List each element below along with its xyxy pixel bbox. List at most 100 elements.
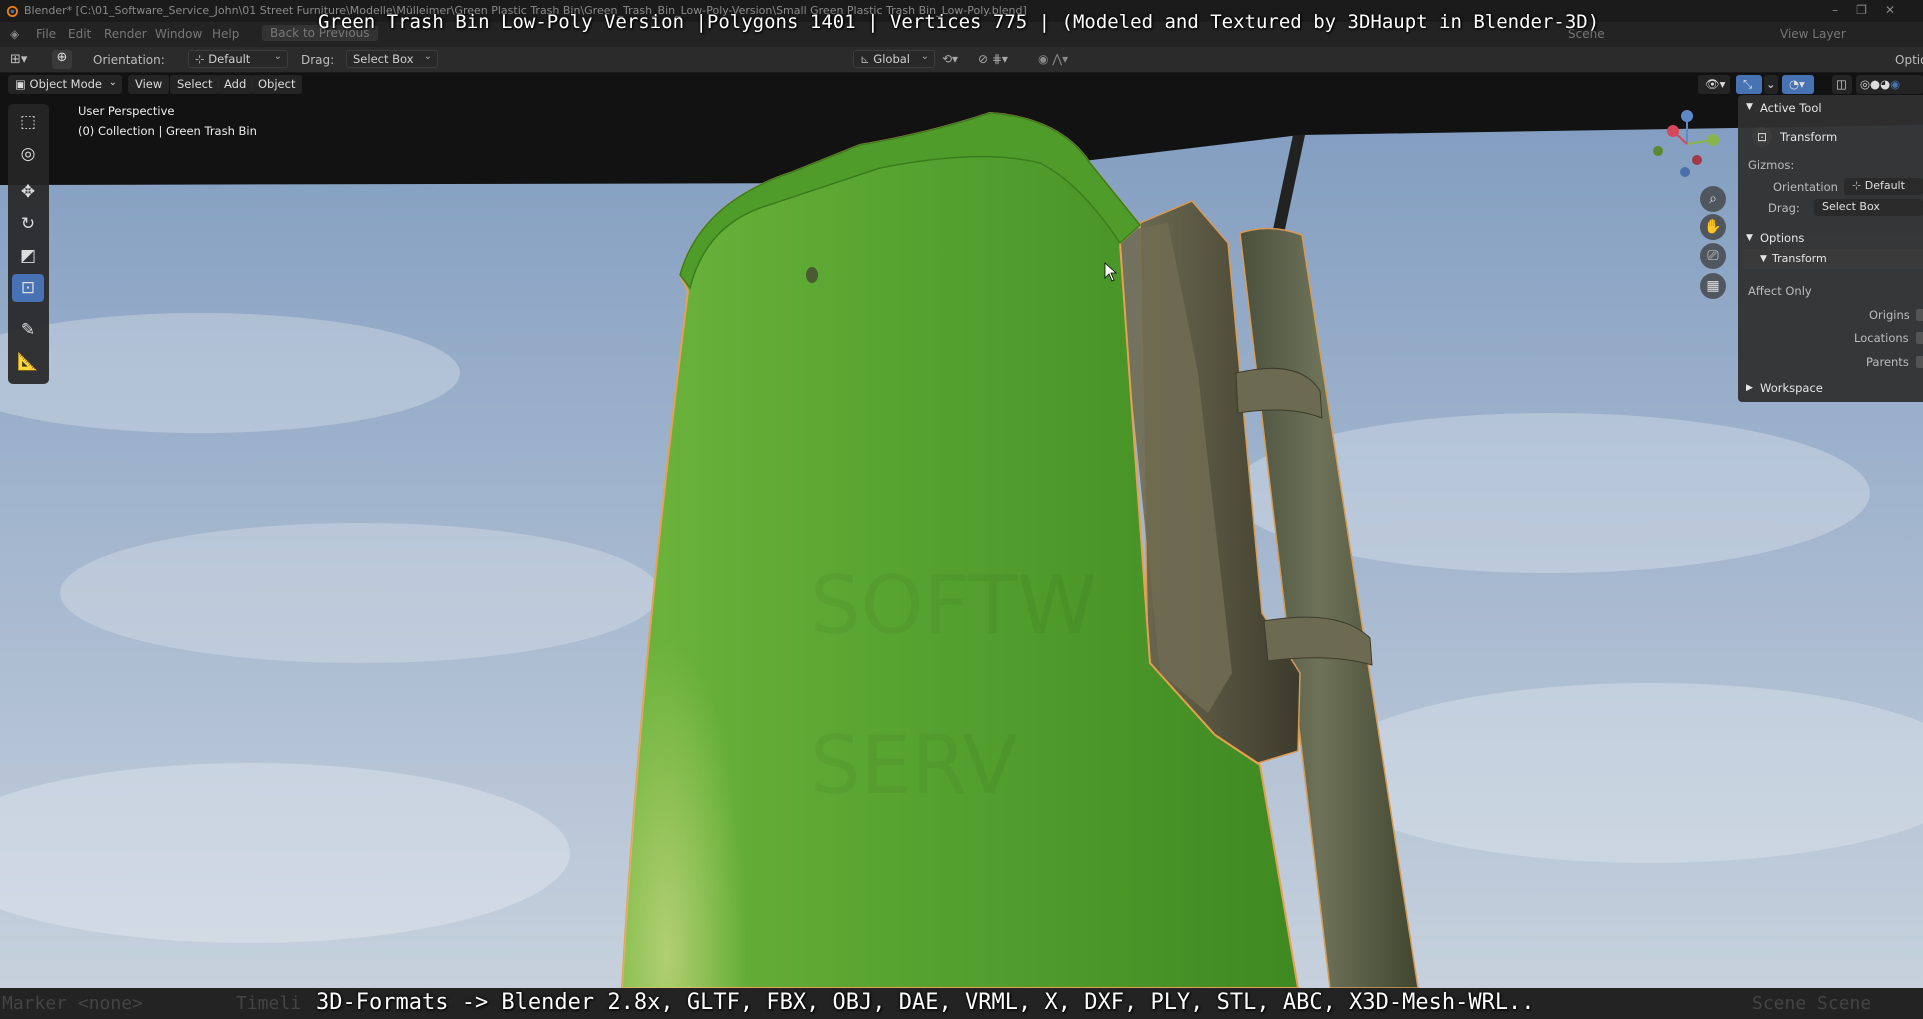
watermark: SERV [810,719,1018,812]
options-header[interactable]: Options [1760,231,1804,245]
gizmo-z-axis[interactable] [1681,110,1693,122]
menu-edit[interactable]: Edit [68,27,91,41]
collapse-arrow-icon[interactable]: ▼ [1746,233,1753,243]
drag-field[interactable]: Select Box [1814,199,1923,216]
transform-tool-icon[interactable]: ⊕ [52,50,72,69]
drag-value: Select Box [353,52,414,66]
object-menu[interactable]: Object [251,75,303,94]
visibility-icon[interactable]: 👁▾ [1698,75,1730,94]
drag-label: Drag: [301,53,335,67]
collection-label: (0) Collection | Green Trash Bin [78,124,257,138]
collapse-arrow-icon[interactable]: ▼ [1746,102,1753,112]
menu-help[interactable]: Help [212,27,239,41]
global-axes-icon: ⊾ [860,52,874,66]
orientation-label: Orientation: [93,53,165,67]
cursor-icon[interactable]: ◎ [12,140,44,168]
window-controls[interactable]: –❐✕ [1832,3,1913,17]
watermark: SOFTW [810,559,1096,652]
object-mode-dropdown[interactable]: ▣ Object Mode ⌄ [8,75,122,94]
marker-status: Marker <none> [2,993,143,1014]
chevron-down-icon: ⌄ [920,51,929,62]
timeline-status: Timeli [236,993,302,1014]
left-toolbar: ⬚ ◎ ✥ ↻ ◩ ⊡ ✎ 📐 [8,104,49,384]
menu-render[interactable]: Render [104,27,147,41]
orientation-field[interactable]: ⊹ Default [1844,178,1923,195]
workspace-header[interactable]: Workspace [1760,381,1823,395]
orientation-icon: ⊹ [195,52,209,66]
move-icon[interactable]: ✥ [12,178,44,206]
drag-label: Drag: [1768,201,1800,215]
chevron-down-icon[interactable]: ⌄ [1764,75,1778,94]
grid-ortho-icon[interactable]: ▦ [1700,273,1726,299]
orientation-icon: ⊹ [1852,179,1865,192]
pivot-point-icon[interactable]: ⟲▾ [942,52,958,66]
menu-file[interactable]: File [36,27,56,41]
view-menu[interactable]: View [128,75,170,94]
parents-checkbox[interactable] [1916,356,1923,368]
gizmo-toggle-icon[interactable]: ⤡ [1736,75,1762,94]
blender-menu-icon[interactable]: ◈ [10,27,19,41]
orientation-label: Orientation [1773,180,1838,194]
select-menu[interactable]: Select [170,75,220,94]
parents-label: Parents [1866,355,1909,369]
sidebar-panel: ▼ Active Tool ⊡ Transform Gizmos: Orient… [1738,95,1923,402]
maximize-icon[interactable]: ❐ [1856,3,1885,17]
zoom-icon[interactable]: ⌕ [1700,186,1726,212]
material-shading-icon[interactable]: ◕ [1880,77,1890,91]
rendered-shading-icon[interactable]: ◉ [1890,77,1900,91]
gizmo-x-axis[interactable] [1667,125,1679,137]
chevron-down-icon: ⌄ [273,51,282,62]
editor-type-icon[interactable]: ⊞▾ [10,52,27,67]
gizmos-label: Gizmos: [1748,158,1795,172]
chevron-down-icon: ⌄ [108,77,117,88]
scale-icon[interactable]: ◩ [12,242,44,270]
shading-modes[interactable]: ◎●◕◉ [1856,75,1923,94]
orientation-value: Default [1864,179,1905,192]
transform-subpanel-label: Transform [1772,252,1827,265]
xray-icon[interactable]: ◫ [1832,75,1852,94]
chevron-down-icon: ⌄ [423,51,432,62]
pan-hand-icon[interactable]: ✋ [1700,214,1726,240]
global-value: Global [873,52,910,66]
annotate-icon[interactable]: ✎ [12,316,44,344]
add-menu[interactable]: Add [217,75,254,94]
solid-shading-icon[interactable]: ● [1870,77,1880,91]
orientation-value: Default [208,52,251,66]
camera-icon[interactable]: ⎚ [1700,243,1726,269]
measure-icon[interactable]: 📐 [12,348,44,376]
scene-status: Scene Scene [1752,993,1872,1014]
3d-viewport[interactable]: SOFTW SERV [0,73,1923,988]
close-icon[interactable]: ✕ [1885,3,1913,17]
active-tool-header[interactable]: Active Tool [1760,101,1822,115]
transform-orientation-dropdown[interactable]: ⊾ Global ⌄ [853,50,935,68]
view-layer-selector[interactable]: View Layer [1780,27,1846,41]
transform-icon[interactable]: ⊡ [12,274,44,302]
expand-arrow-icon[interactable]: ▶ [1746,383,1753,393]
snap-icon[interactable]: ⊘ ⋕▾ [978,52,1008,66]
locations-label: Locations [1854,331,1909,345]
menu-window[interactable]: Window [155,27,202,41]
transform-subpanel-header[interactable]: ▼ Transform [1742,249,1923,269]
overlays-icon[interactable]: ◔▾ [1782,75,1814,94]
video-caption-bottom: 3D-Formats -> Blender 2.8x, GLTF, FBX, O… [316,990,1535,1015]
origins-checkbox[interactable] [1916,309,1923,321]
collapse-arrow-icon: ▼ [1760,254,1767,264]
perspective-label: User Perspective [78,104,175,118]
affect-only-label: Affect Only [1748,284,1812,298]
video-caption-top: Green Trash Bin Low-Poly Version |Polygo… [318,11,1600,33]
locations-checkbox[interactable] [1916,332,1923,344]
options-button[interactable]: Optio [1895,53,1923,67]
minimize-icon[interactable]: – [1832,3,1856,17]
wireframe-shading-icon[interactable]: ◎ [1860,77,1870,91]
bin-hole [806,267,818,283]
tool-header: ⊞▾ ⊕ Orientation: ⊹ Default ⌄ Drag: Selec… [0,47,1923,73]
rotate-icon[interactable]: ↻ [12,210,44,238]
select-box-icon[interactable]: ⬚ [12,108,44,136]
gizmo-y-axis[interactable] [1707,134,1719,146]
drag-dropdown[interactable]: Select Box ⌄ [346,50,438,68]
orientation-dropdown[interactable]: ⊹ Default ⌄ [188,50,288,68]
transform-tool-icon: ⊡ [1752,127,1772,147]
proportional-edit-icon[interactable]: ◉ ⋀▾ [1038,52,1068,66]
navigation-gizmo[interactable] [1645,108,1725,183]
object-mode-label: Object Mode [29,77,102,91]
